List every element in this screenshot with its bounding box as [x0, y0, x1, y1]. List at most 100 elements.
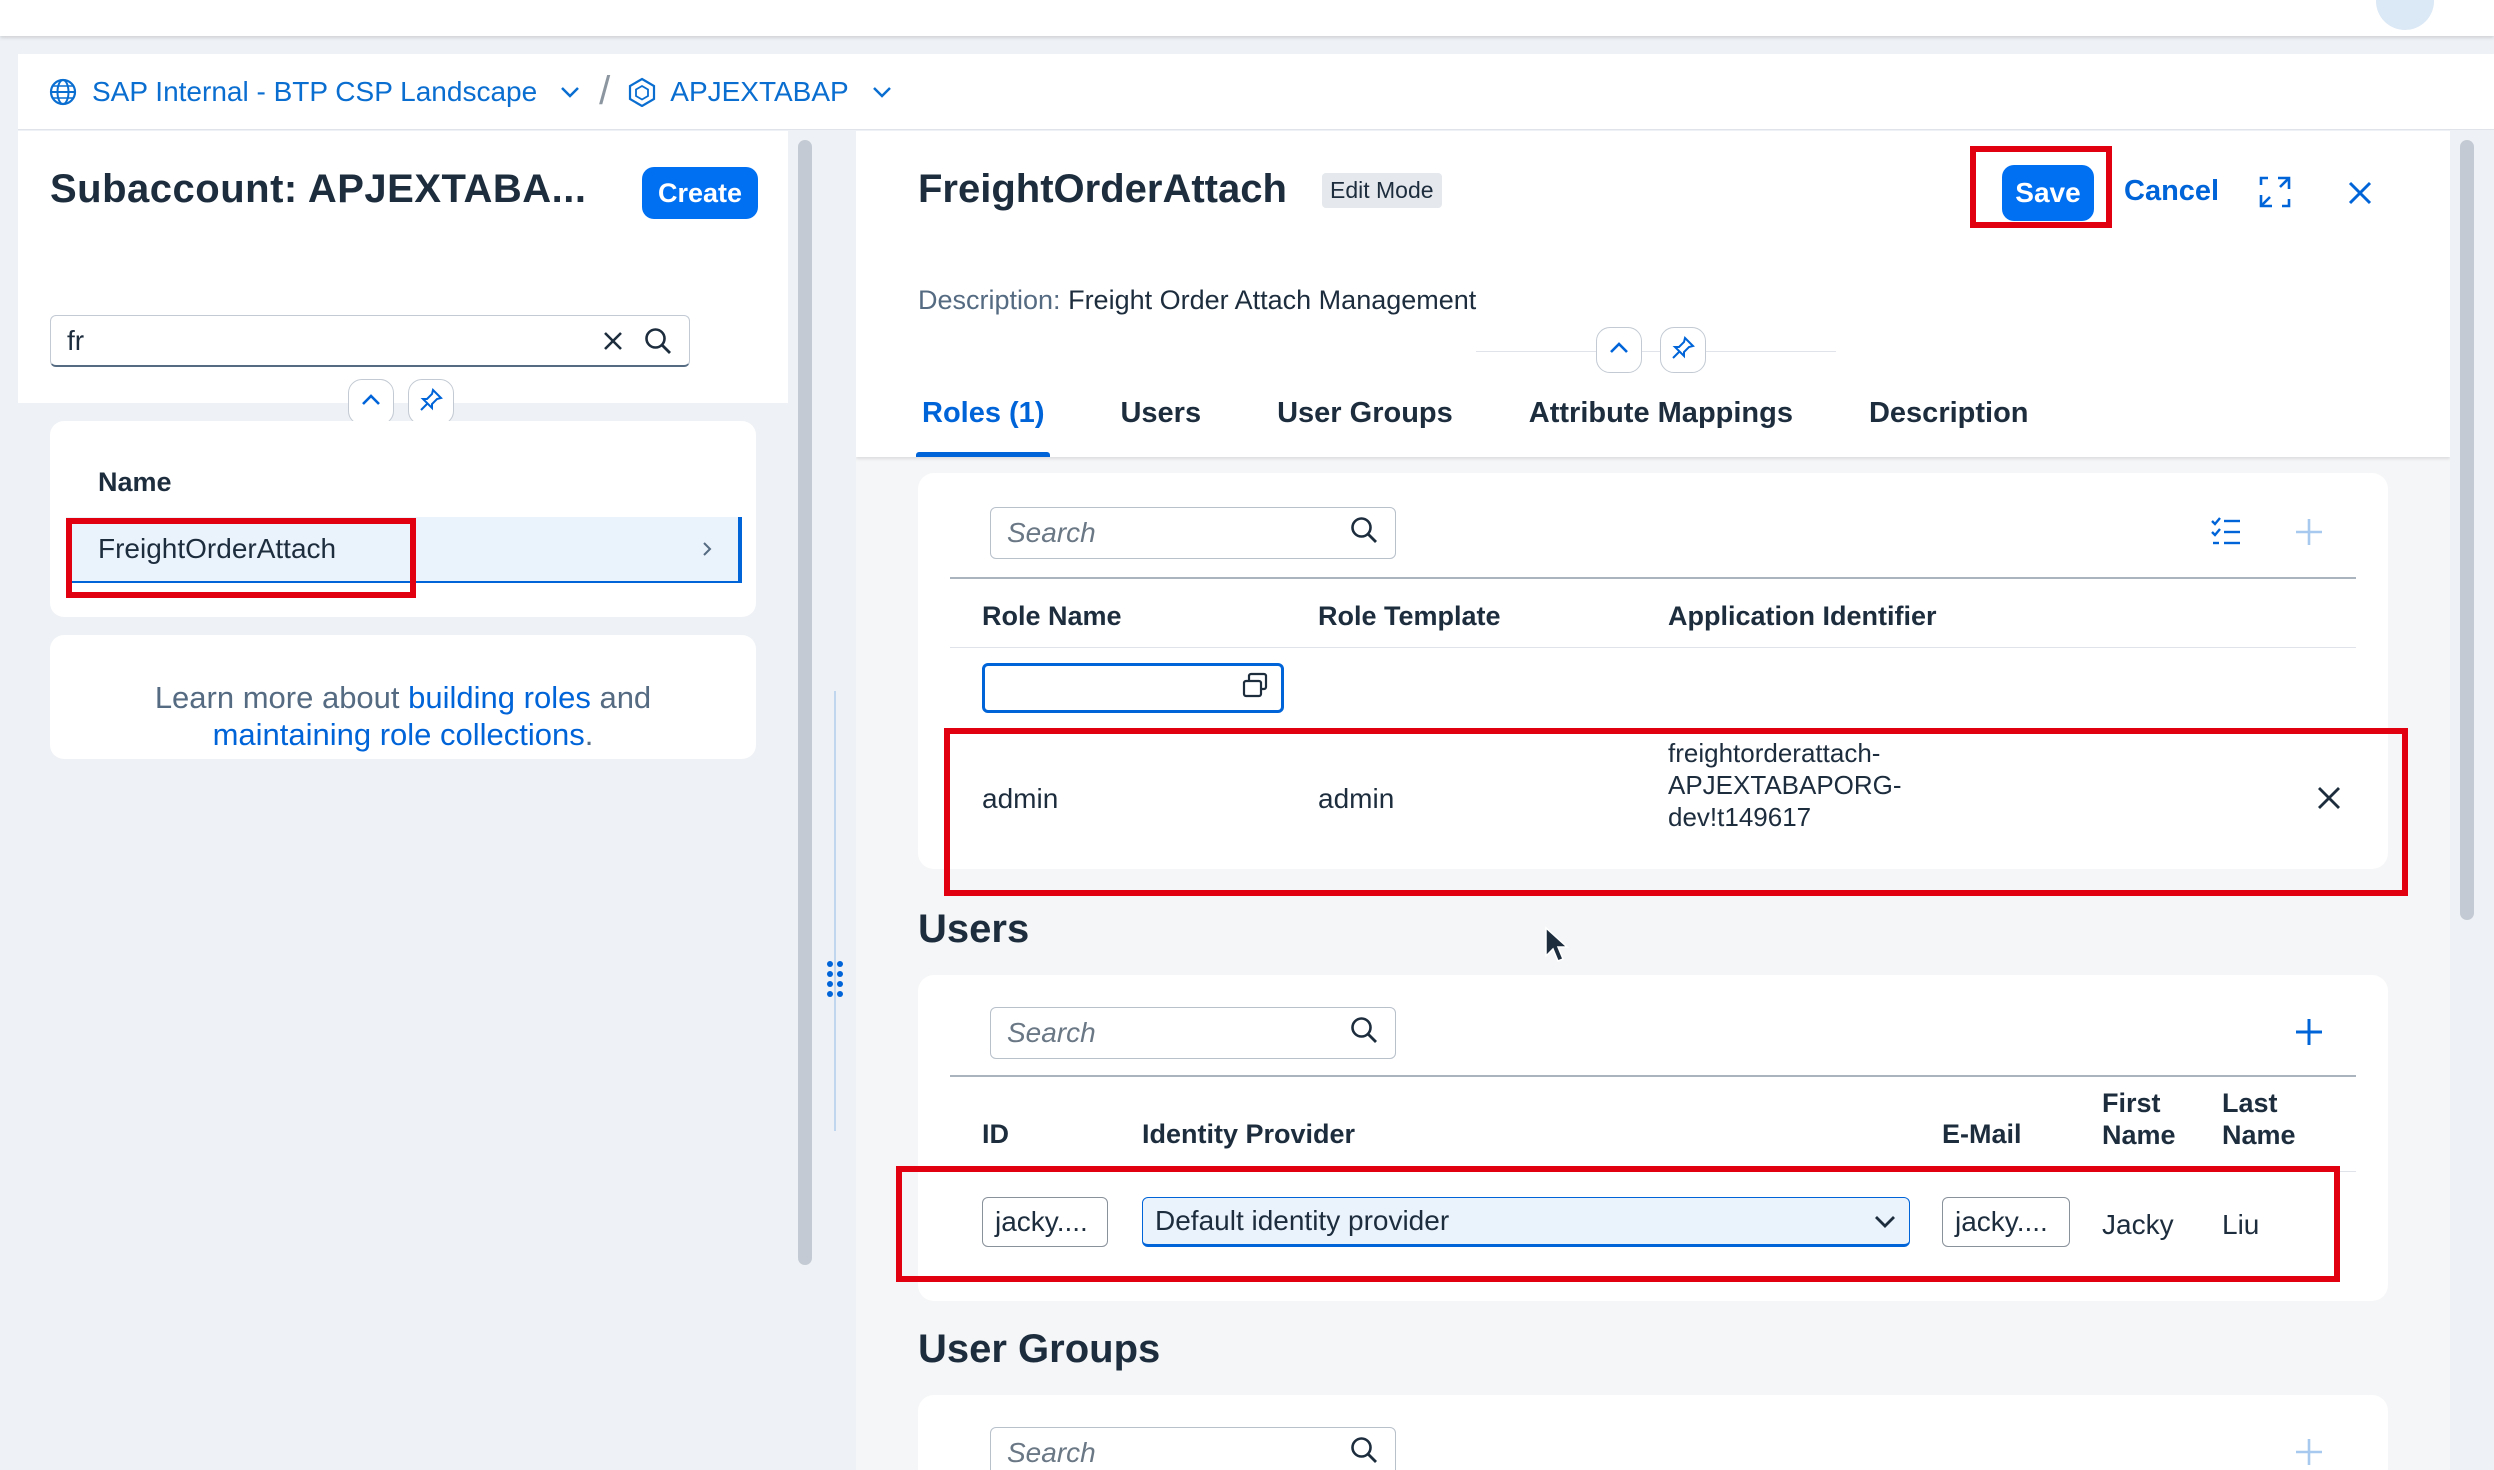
pin-header-button[interactable]: [1660, 327, 1706, 373]
drag-handle-icon[interactable]: [826, 959, 844, 1004]
users-table-card: Search ID Identity Provider E-Mail First…: [918, 975, 2388, 1301]
list-item[interactable]: FreightOrderAttach: [66, 517, 742, 583]
user-groups-search-input[interactable]: Search: [990, 1427, 1396, 1470]
last-name-column-header: Last Name: [2222, 1087, 2296, 1151]
users-section-title: Users: [918, 907, 1030, 951]
tab-user-groups[interactable]: User Groups: [1271, 397, 1459, 457]
tab-users[interactable]: Users: [1114, 397, 1207, 457]
chevron-down-icon: [1873, 1205, 1897, 1237]
table-header-divider: [950, 577, 2356, 579]
user-groups-table-card: Search: [918, 1395, 2388, 1470]
search-icon[interactable]: [643, 326, 673, 356]
shell-bar: [0, 0, 2494, 36]
email-column-header: E-Mail: [1942, 1119, 2022, 1149]
info-text-suffix: .: [584, 717, 594, 752]
search-icon[interactable]: [1349, 1435, 1379, 1470]
breadcrumb-separator: /: [599, 69, 611, 113]
row-divider: [950, 1171, 2356, 1172]
first-name-header-line2: Name: [2102, 1120, 2176, 1150]
mouse-pointer-icon: [1544, 926, 1570, 971]
identity-provider-select[interactable]: Default identity provider: [1142, 1197, 1910, 1247]
role-collections-list-panel: Subaccount: APJEXTABA... Create fr Name …: [18, 131, 788, 1470]
add-icon[interactable]: [2294, 1437, 2324, 1470]
users-search-input[interactable]: Search: [990, 1007, 1396, 1059]
detail-header: FreightOrderAttach Edit Mode Save Cancel…: [856, 131, 2450, 457]
pin-icon: [1670, 335, 1696, 366]
cancel-button[interactable]: Cancel: [2124, 175, 2219, 208]
search-placeholder: Search: [1007, 1017, 1096, 1048]
search-icon[interactable]: [1349, 1015, 1379, 1052]
list-scrollbar[interactable]: [798, 140, 812, 1265]
pin-header-button[interactable]: [408, 379, 454, 425]
globe-icon: [48, 77, 78, 107]
save-button[interactable]: Save: [2002, 165, 2094, 221]
first-name-cell: Jacky: [2102, 1209, 2174, 1240]
role-collection-detail-panel: FreightOrderAttach Edit Mode Save Cancel…: [856, 131, 2450, 1470]
last-name-cell: Liu: [2222, 1209, 2260, 1240]
last-name-header-line1: Last: [2222, 1088, 2278, 1118]
role-collection-list: Name FreightOrderAttach: [50, 421, 756, 617]
tab-description[interactable]: Description: [1863, 397, 2035, 457]
user-id-input[interactable]: jacky....: [982, 1197, 1108, 1247]
header-divider: [1476, 351, 1836, 352]
subaccount-icon: [628, 77, 656, 107]
row-divider: [950, 647, 2356, 648]
application-identifier-cell: freightorderattach- APJEXTABAPORG- dev!t…: [1668, 737, 1902, 833]
search-icon[interactable]: [1349, 515, 1379, 552]
info-text-middle: and: [599, 680, 652, 715]
fullscreen-icon[interactable]: [2258, 175, 2292, 214]
app-id-line: APJEXTABAPORG-: [1668, 770, 1902, 800]
close-icon[interactable]: [2346, 179, 2374, 212]
list-panel-header: Subaccount: APJEXTABA... Create fr: [18, 131, 788, 403]
tab-bar: Roles (1) Users User Groups Attribute Ma…: [916, 397, 2099, 457]
application-identifier-column-header: Application Identifier: [1668, 601, 1937, 631]
name-column-header: Name: [98, 467, 172, 497]
app-id-line: freightorderattach-: [1668, 738, 1881, 768]
app-id-line: dev!t149617: [1668, 802, 1812, 832]
info-text-prefix: Learn more about: [154, 680, 400, 715]
breadcrumb: SAP Internal - BTP CSP Landscape / APJEX…: [18, 54, 2494, 130]
remove-row-icon[interactable]: [2316, 785, 2342, 816]
add-icon[interactable]: [2294, 517, 2324, 552]
description-line: Description: Freight Order Attach Manage…: [918, 285, 1476, 316]
role-template-cell: admin: [1318, 783, 1395, 814]
role-value-help-input[interactable]: [982, 663, 1284, 713]
role-name-column-header: Role Name: [982, 601, 1122, 631]
breadcrumb-global-account[interactable]: SAP Internal - BTP CSP Landscape: [48, 76, 581, 108]
role-name-cell: admin: [982, 783, 1059, 814]
roles-table-card: Search Role Name Role Template Applicati…: [918, 473, 2388, 869]
detail-scrollbar[interactable]: [2460, 140, 2474, 920]
chevron-down-icon[interactable]: [871, 85, 893, 99]
clear-icon[interactable]: [601, 329, 625, 353]
maintaining-role-collections-link[interactable]: maintaining role collections: [213, 717, 585, 752]
description-label: Description:: [918, 285, 1061, 315]
panel-splitter[interactable]: [818, 131, 843, 1470]
breadcrumb-subaccount-label: APJEXTABAP: [670, 75, 849, 107]
search-input[interactable]: fr: [50, 315, 690, 367]
create-button[interactable]: Create: [642, 167, 758, 219]
tab-attribute-mappings[interactable]: Attribute Mappings: [1523, 397, 1799, 457]
list-item-label: FreightOrderAttach: [98, 533, 337, 564]
chevron-down-icon[interactable]: [559, 85, 581, 99]
avatar[interactable]: [2376, 0, 2434, 30]
user-groups-section-title: User Groups: [918, 1327, 1161, 1371]
building-roles-link[interactable]: building roles: [408, 680, 591, 715]
breadcrumb-global-account-label: SAP Internal - BTP CSP Landscape: [92, 75, 538, 107]
chevron-right-icon: [700, 535, 714, 567]
chevron-up-icon: [1608, 341, 1630, 360]
roles-search-input[interactable]: Search: [990, 507, 1396, 559]
detail-title: FreightOrderAttach: [918, 167, 1287, 211]
add-user-icon[interactable]: [2294, 1017, 2324, 1052]
table-header-divider: [950, 1075, 2356, 1077]
page-title: Subaccount: APJEXTABA...: [50, 167, 587, 211]
value-help-icon[interactable]: [1241, 671, 1269, 706]
tab-roles[interactable]: Roles (1): [916, 397, 1051, 457]
multi-select-icon[interactable]: [2210, 515, 2242, 554]
breadcrumb-subaccount[interactable]: APJEXTABAP: [628, 76, 892, 108]
user-email-input[interactable]: jacky....: [1942, 1197, 2070, 1247]
edit-mode-badge: Edit Mode: [1322, 173, 1442, 208]
collapse-header-button[interactable]: [1596, 327, 1642, 373]
first-name-header-line1: First: [2102, 1088, 2161, 1118]
collapse-header-button[interactable]: [348, 379, 394, 425]
description-value: Freight Order Attach Management: [1068, 285, 1477, 315]
